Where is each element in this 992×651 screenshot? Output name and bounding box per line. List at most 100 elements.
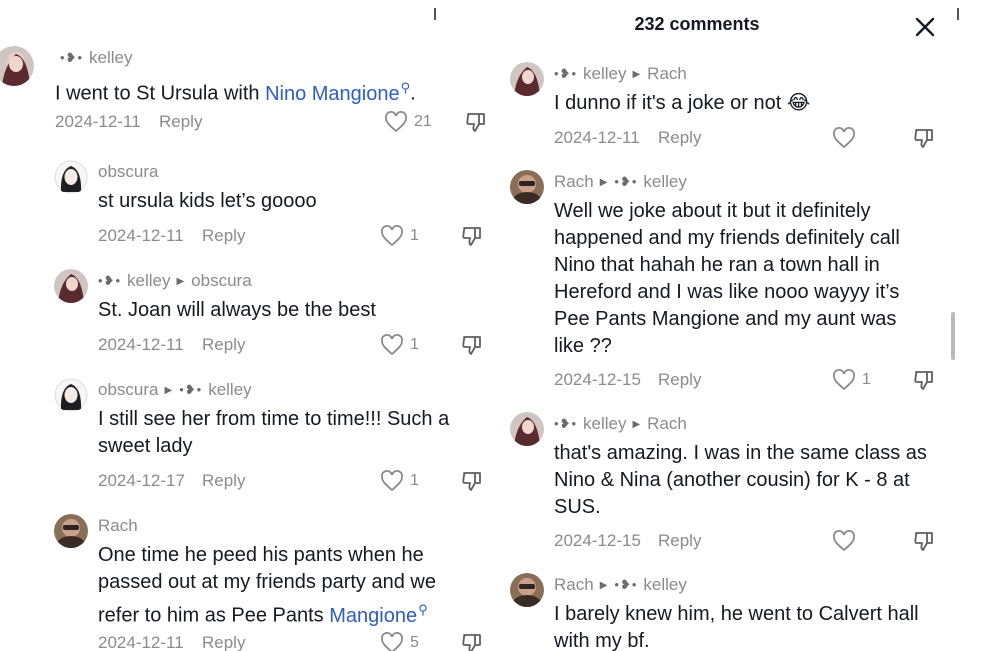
avatar[interactable]: [510, 412, 544, 446]
comment-author[interactable]: Rach: [98, 516, 138, 536]
heart-icon: [385, 111, 407, 133]
reply-to-author[interactable]: kelley: [643, 172, 686, 192]
reply-button[interactable]: Reply: [202, 226, 245, 246]
comment-actions: 2024-12-11 Reply: [98, 332, 245, 358]
thumbs-down-icon: [462, 634, 481, 651]
heart-icon: [381, 470, 403, 492]
comment-meta: •❥• kelley ▶ Rach: [554, 62, 687, 86]
comment-author[interactable]: kelley: [583, 64, 626, 84]
search-link[interactable]: Mangione⚲: [329, 602, 427, 627]
reply-button[interactable]: Reply: [658, 370, 701, 390]
avatar[interactable]: [510, 573, 544, 607]
left-comment-panel: •❥• kelley I went to St Ursula with Nino…: [0, 0, 500, 651]
comment-author[interactable]: kelley: [89, 48, 132, 68]
heart-icon: [381, 334, 403, 356]
comment-item: •❥• kelley ▶ Rach that's amazing. I was …: [510, 412, 970, 562]
comment-meta: obscura: [98, 160, 158, 184]
comment-actions: 2024-12-11 Reply: [98, 630, 245, 651]
dislike-button[interactable]: [912, 126, 936, 150]
avatar[interactable]: [54, 269, 88, 303]
reply-button[interactable]: Reply: [202, 335, 245, 355]
thumbs-down-icon: [462, 472, 481, 491]
comment-item: Rach ▶ •❥• kelley Well we joke about it …: [510, 170, 970, 400]
avatar[interactable]: [54, 514, 88, 548]
reply-chain-icon: •❥•: [614, 174, 638, 189]
reply-button[interactable]: Reply: [658, 128, 701, 148]
comment-date: 2024-12-11: [554, 128, 640, 147]
dislike-button[interactable]: [460, 631, 484, 651]
comment-meta: Rach ▶ •❥• kelley: [554, 170, 687, 194]
like-button[interactable]: 1: [380, 332, 419, 358]
like-button[interactable]: 21: [384, 109, 432, 135]
heart-icon: [833, 127, 855, 149]
dislike-button[interactable]: [464, 110, 488, 134]
reply-button[interactable]: Reply: [202, 471, 245, 491]
comment-author[interactable]: Rach: [554, 172, 594, 192]
like-count: 1: [862, 371, 871, 388]
dislike-button[interactable]: [460, 224, 484, 248]
comment-item: Rach One time he peed his pants when he …: [54, 514, 500, 651]
like-button[interactable]: 5: [380, 630, 419, 651]
comment-actions: 2024-12-11 Reply: [98, 223, 245, 249]
comment-item: Rach ▶ •❥• kelley I barely knew him, he …: [510, 573, 970, 651]
comment-item: obscura st ursula kids let’s goooo 2024-…: [54, 160, 500, 260]
reply-to-author[interactable]: Rach: [647, 64, 687, 84]
comment-text: that's amazing. I was in the same class …: [554, 442, 927, 518]
comment-text: St. Joan will always be the best: [98, 299, 376, 321]
play-triangle-icon: ▶: [164, 384, 173, 396]
like-button[interactable]: 1: [380, 223, 419, 249]
comment-author[interactable]: kelley: [583, 414, 626, 434]
comment-meta: •❥• kelley: [60, 46, 132, 70]
reply-to-author[interactable]: kelley: [643, 575, 686, 595]
reply-to-author[interactable]: kelley: [208, 380, 251, 400]
dislike-button[interactable]: [912, 368, 936, 392]
reply-chain-icon: •❥•: [179, 382, 203, 397]
like-button[interactable]: 1: [832, 367, 871, 393]
play-triangle-icon: ▶: [176, 275, 185, 287]
avatar[interactable]: [510, 170, 544, 204]
comment-date: 2024-12-11: [98, 633, 184, 651]
like-button[interactable]: [832, 528, 856, 554]
reply-button[interactable]: Reply: [202, 633, 245, 651]
reply-to-author[interactable]: Rach: [647, 414, 687, 434]
reply-button[interactable]: Reply: [159, 112, 202, 132]
reply-to-author[interactable]: obscura: [191, 271, 251, 291]
right-comment-panel: 232 comments •❥• kelley ▶ Rach I dunno i…: [500, 0, 992, 651]
avatar[interactable]: [54, 160, 88, 194]
thumbs-down-icon: [914, 129, 933, 148]
thumbs-down-icon: [914, 371, 933, 390]
avatar[interactable]: [0, 46, 34, 86]
like-button[interactable]: [832, 125, 856, 151]
reply-chain-icon: •❥•: [554, 66, 577, 81]
comment-author[interactable]: Rach: [554, 575, 594, 595]
comment-date: 2024-12-11: [55, 112, 141, 131]
comment-item: •❥• kelley ▶ Rach I dunno if it's a joke…: [510, 62, 970, 162]
comment-date: 2024-12-17: [98, 471, 185, 490]
reply-chain-icon: •❥•: [614, 577, 638, 592]
comment-text: I barely knew him, he went to Calvert ha…: [554, 603, 919, 651]
dislike-button[interactable]: [912, 529, 936, 553]
scrollbar-thumb[interactable]: [951, 312, 955, 360]
avatar[interactable]: [510, 62, 544, 96]
reply-chain-icon: •❥•: [98, 273, 121, 288]
comment-author[interactable]: kelley: [127, 271, 170, 291]
like-button[interactable]: 1: [380, 468, 419, 494]
comment-text: One time he peed his pants when he passe…: [98, 544, 436, 627]
comment-actions: 2024-12-15 Reply: [554, 367, 701, 393]
dislike-button[interactable]: [460, 333, 484, 357]
thumbs-down-icon: [462, 336, 481, 355]
comment-item: •❥• kelley I went to St Ursula with Nino…: [0, 46, 494, 146]
avatar[interactable]: [54, 378, 88, 412]
comment-author[interactable]: obscura: [98, 380, 158, 400]
search-link[interactable]: Nino Mangione⚲: [265, 80, 410, 105]
comment-item: obscura ▶ •❥• kelley I still see her fro…: [54, 378, 500, 508]
comment-count-title: 232 comments: [634, 14, 760, 34]
close-button[interactable]: [912, 14, 938, 40]
reply-button[interactable]: Reply: [658, 531, 701, 551]
comment-text: Well we joke about it but it definitely …: [554, 200, 900, 357]
dislike-button[interactable]: [460, 469, 484, 493]
thumbs-down-icon: [466, 113, 485, 132]
comment-meta: •❥• kelley ▶ obscura: [98, 269, 252, 293]
comment-author[interactable]: obscura: [98, 162, 158, 182]
like-count: 1: [410, 227, 419, 244]
